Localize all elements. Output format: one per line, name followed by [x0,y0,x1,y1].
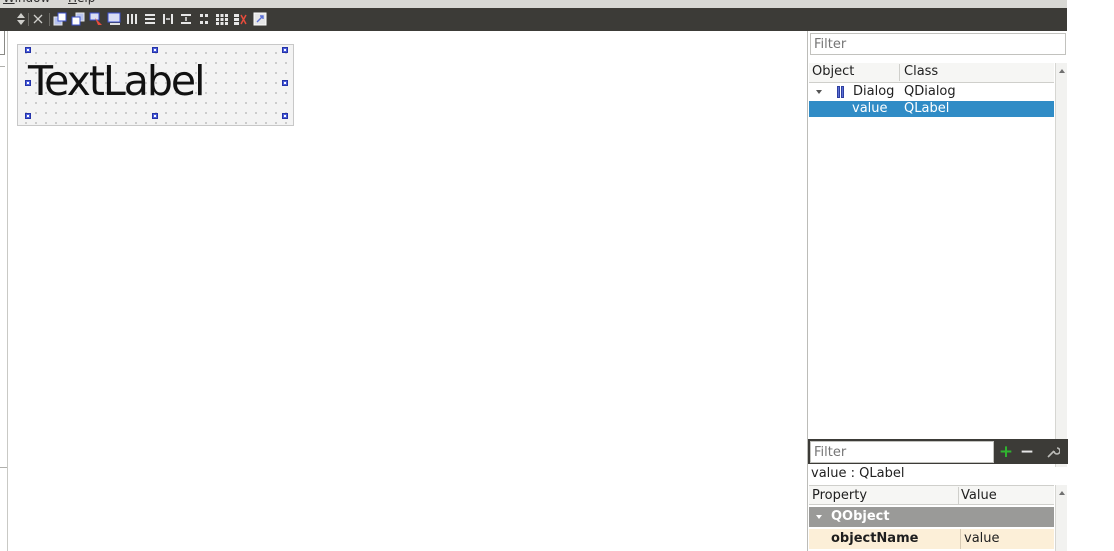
edit-tab-order-icon[interactable] [88,11,104,27]
resize-handle-bottom-right[interactable] [282,113,288,119]
property-row-objectname[interactable]: objectName value [809,529,1054,549]
column-divider[interactable] [958,487,959,504]
scroll-up-icon[interactable] [1059,69,1065,73]
dialog-layout-icon [837,86,848,98]
resize-handle-bottom[interactable] [152,113,158,119]
chevron-updown-icon[interactable] [13,11,29,27]
tree-class-name: QLabel [904,101,950,116]
object-inspector-header: Object Class [809,63,1054,83]
right-dock-panel: Object Class Dialog QDialog value QLabel [807,31,1068,551]
resize-handle-right[interactable] [282,80,288,86]
property-name: objectName [831,531,919,546]
edit-buddies-icon[interactable] [106,11,122,27]
column-header-class[interactable]: Class [904,64,938,79]
form-editor-toolbar [0,8,1067,31]
property-value[interactable]: value [964,529,1000,549]
resize-handle-top-left[interactable] [25,47,31,53]
column-header-object[interactable]: Object [812,64,854,79]
layout-vertical-splitter-icon[interactable] [178,11,194,27]
raise-widget-icon[interactable] [52,11,68,27]
close-x-icon[interactable] [30,11,46,27]
property-filter-input[interactable] [810,441,994,463]
scroll-up-icon[interactable] [1059,491,1065,495]
splitter-mark [0,58,5,67]
property-editor-scrollbar[interactable] [1055,485,1067,551]
left-dock-edge [0,31,8,551]
configure-wrench-icon[interactable] [1044,443,1062,461]
tree-row-value[interactable]: value QLabel [809,101,1054,117]
column-header-value[interactable]: Value [961,488,997,503]
splitter-mark [0,31,5,55]
text-label-widget[interactable]: TextLabel [28,51,206,111]
resize-handle-top-right[interactable] [282,47,288,53]
resize-handle-top[interactable] [152,47,158,53]
layout-horizontal-icon[interactable] [124,11,140,27]
layout-form-icon[interactable] [196,11,212,27]
toolbar-separator [28,13,29,26]
resize-handle-left[interactable] [25,80,31,86]
toolbar-separator [49,13,50,26]
object-inspector-tree: Object Class Dialog QDialog value QLabel [808,62,1068,467]
column-header-property[interactable]: Property [812,488,867,503]
menu-window[interactable]: Window [3,0,50,5]
splitter-mark [0,467,7,468]
tree-object-name: Dialog [853,84,895,99]
qt-designer-window: Window Help [0,0,1114,551]
menu-bar: Window Help [0,0,1067,8]
object-filter-input[interactable] [810,33,1066,55]
expand-arrow-icon[interactable] [816,90,822,94]
column-divider[interactable] [899,64,900,81]
add-property-icon[interactable]: + [997,442,1015,462]
layout-horizontal-splitter-icon[interactable] [160,11,176,27]
menu-help[interactable]: Help [68,0,95,5]
property-group-label: QObject [831,509,890,524]
collapse-arrow-icon[interactable] [816,515,822,519]
layout-grid-icon[interactable] [214,11,230,27]
property-group-qobject[interactable]: QObject [809,507,1054,527]
adjust-size-icon[interactable] [252,11,268,27]
layout-vertical-icon[interactable] [142,11,158,27]
tree-object-name: value [852,101,888,116]
resize-handle-bottom-left[interactable] [25,113,31,119]
property-filter-bar: + − [808,439,1068,464]
dialog-form-canvas[interactable]: TextLabel [17,44,294,126]
tree-row-dialog[interactable]: Dialog QDialog [809,84,1054,100]
property-editor-header: Property Value [809,485,1054,505]
remove-property-icon[interactable]: − [1018,442,1036,462]
object-tree-scrollbar[interactable] [1055,63,1067,467]
column-divider [960,529,961,549]
lower-widget-icon[interactable] [70,11,86,27]
tree-class-name: QDialog [904,84,956,99]
break-layout-icon[interactable] [232,11,248,27]
selected-object-caption: value : QLabel [811,466,905,481]
